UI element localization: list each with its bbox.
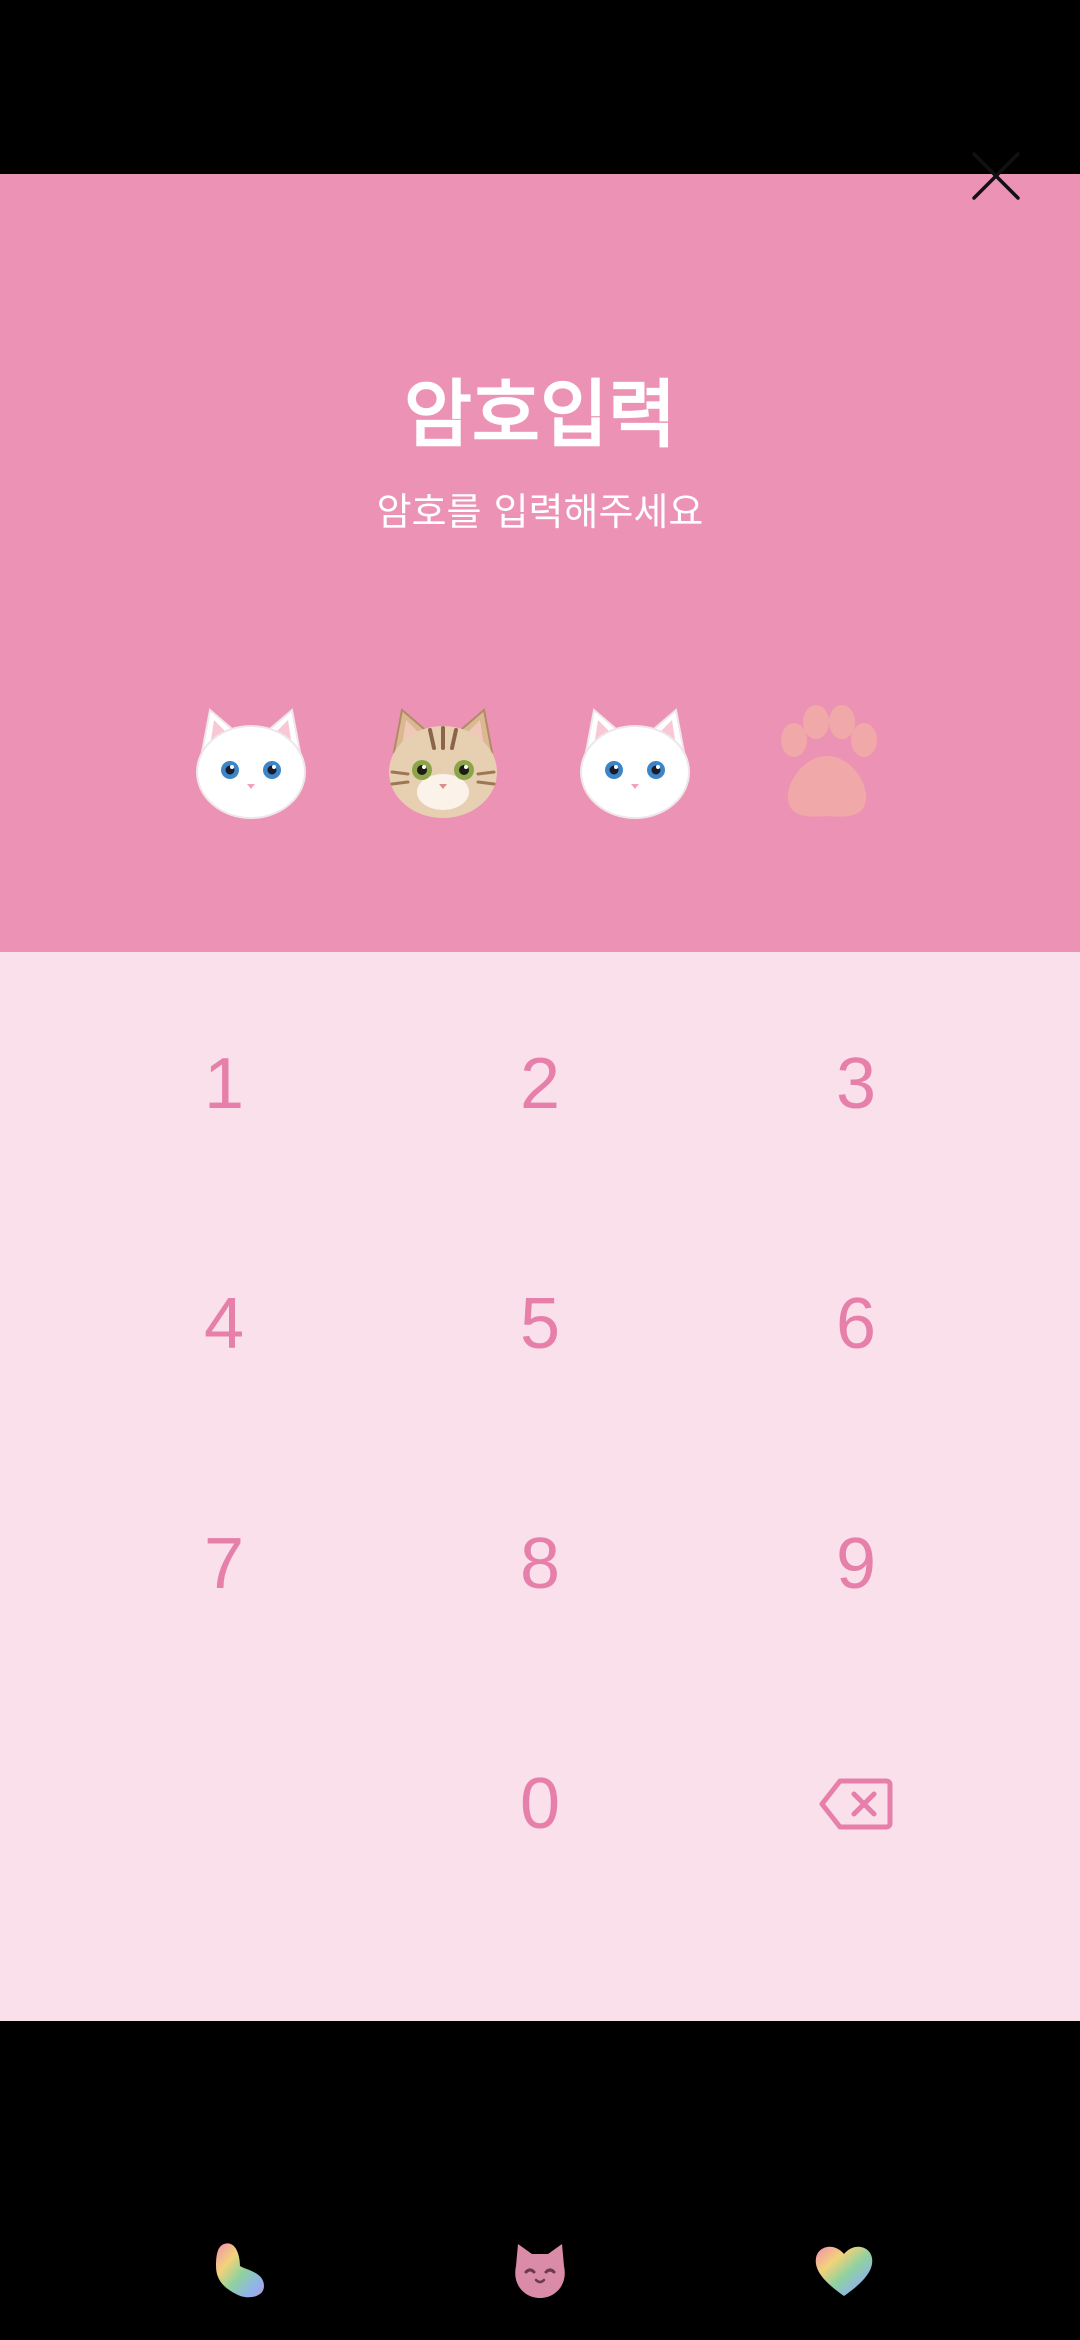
pin-slot-1 (188, 700, 314, 826)
key-6[interactable]: 6 (696, 1224, 1016, 1424)
page-title: 암호입력 (403, 372, 677, 458)
white-cat-icon (580, 708, 690, 819)
rainbow-bean-icon (216, 2243, 264, 2298)
cat-face-icon (515, 2244, 565, 2298)
key-2[interactable]: 2 (380, 984, 700, 1184)
tabby-cat-icon (389, 708, 497, 818)
close-icon (972, 152, 1020, 200)
nav-button-center[interactable] (506, 2236, 574, 2304)
nav-button-right[interactable] (810, 2236, 878, 2304)
passcode-header (0, 174, 1080, 952)
rainbow-heart-icon (815, 2246, 873, 2296)
key-1[interactable]: 1 (64, 984, 384, 1184)
key-9[interactable]: 9 (696, 1464, 1016, 1664)
pin-slot-2 (380, 700, 506, 826)
key-8[interactable]: 8 (380, 1464, 700, 1664)
key-0[interactable]: 0 (380, 1704, 700, 1904)
backspace-button[interactable] (696, 1704, 1016, 1904)
paw-print-icon (781, 705, 877, 817)
key-4[interactable]: 4 (64, 1224, 384, 1424)
key-3[interactable]: 3 (696, 984, 1016, 1184)
nav-button-left[interactable] (206, 2236, 274, 2304)
pin-slot-4 (764, 700, 890, 826)
key-5[interactable]: 5 (380, 1224, 700, 1424)
backspace-icon (819, 1778, 893, 1830)
key-7[interactable]: 7 (64, 1464, 384, 1664)
status-bar-area (0, 0, 1080, 174)
white-cat-icon (196, 708, 306, 819)
page-subtitle: 암호를 입력해주세요 (376, 490, 704, 534)
pin-slot-3 (572, 700, 698, 826)
close-button[interactable] (966, 146, 1026, 206)
